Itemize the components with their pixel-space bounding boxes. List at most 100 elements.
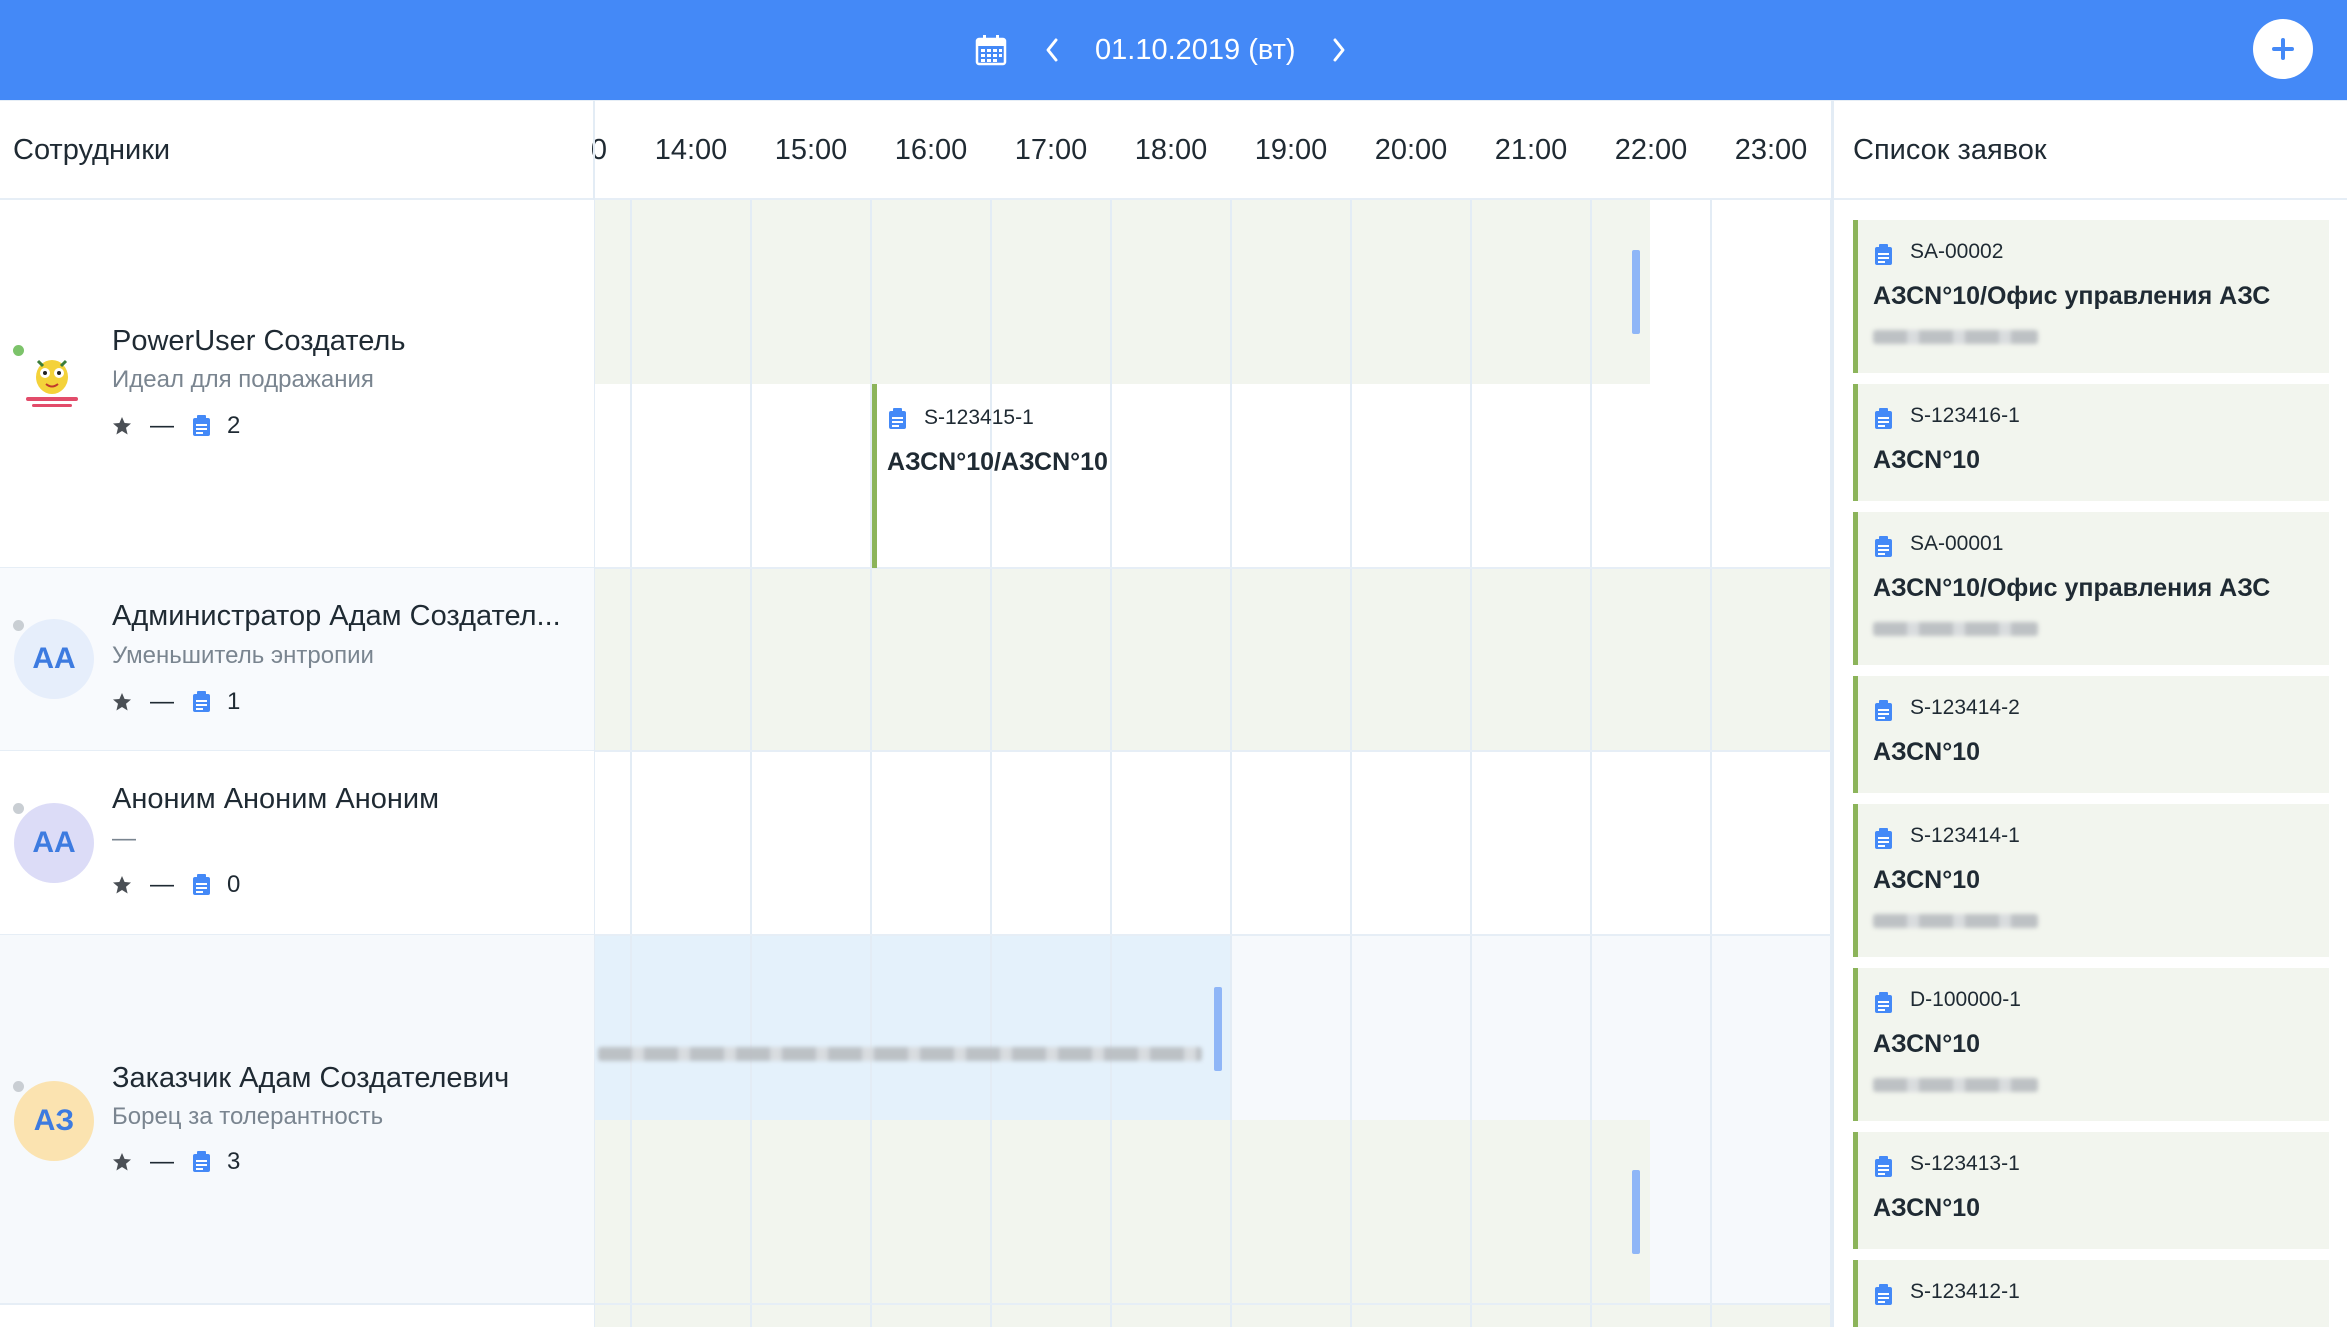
request-card[interactable]: S-123414-2 АЗСN°10 — [1853, 676, 2329, 793]
request-title: АЗСN°10 — [1873, 866, 1981, 894]
hour-gridline — [1470, 200, 1472, 1327]
hour-gridline — [1350, 200, 1352, 1327]
clipboard-icon — [193, 874, 210, 895]
request-title: АЗСN°10 — [1873, 1194, 1981, 1222]
hour-label: 22:00 — [1614, 134, 1688, 166]
employee-name: Администратор Адам Создател... — [112, 600, 561, 632]
busy-band — [594, 568, 1834, 751]
table-header: Сотрудники 0 14:00 15:00 16:00 17:00 18:… — [0, 100, 2347, 200]
task-count: 0 — [227, 871, 241, 898]
request-title: АЗСN°10 — [1873, 1030, 1981, 1058]
next-day-button[interactable] — [1324, 35, 1354, 65]
hour-gridline — [750, 200, 752, 1327]
request-code: SA-00001 — [1910, 532, 2004, 555]
request-card[interactable]: S-123413-1 АЗСN°10 — [1853, 1132, 2329, 1249]
offline-status-dot — [13, 620, 24, 631]
schedule-grid[interactable]: S-123415-1 АЗСN°10/АЗСN°10 — [594, 200, 1834, 1327]
request-card[interactable]: S-123416-1 АЗСN°10 — [1853, 384, 2329, 501]
schedule-task[interactable]: S-123415-1 АЗСN°10/АЗСN°10 — [872, 384, 1172, 568]
free-band — [1650, 200, 1834, 384]
employee-row[interactable]: АЗ Заказчик Адам Создателевич Борец за т… — [0, 935, 594, 1303]
hour-label: 17:00 — [1014, 134, 1088, 166]
calendar-icon[interactable] — [975, 34, 1007, 66]
rating-value: — — [150, 412, 174, 439]
employee-meta: — 3 — [112, 1148, 240, 1176]
employees-column-title: Сотрудники — [13, 134, 171, 166]
busy-band — [594, 1304, 1834, 1327]
current-date[interactable]: 01.10.2019 (вт) — [1095, 34, 1296, 67]
next-employee-row — [0, 1305, 594, 1327]
request-card[interactable]: S-123414-1 АЗСN°10 — [1853, 804, 2329, 957]
request-title: АЗСN°10 — [1873, 738, 1981, 766]
clipboard-icon — [889, 408, 906, 429]
hour-gridline — [1230, 200, 1232, 1327]
prev-day-button[interactable] — [1037, 35, 1067, 65]
employee-row[interactable]: АА Администратор Адам Создател... Уменьш… — [0, 568, 594, 751]
avatar: АА — [14, 803, 94, 883]
request-code: D-100000-1 — [1910, 988, 2021, 1011]
employee-row[interactable]: PowerUser Создатель Идеал для подражания… — [0, 200, 594, 568]
free-band — [1650, 1120, 1834, 1304]
request-card[interactable]: S-123412-1 — [1853, 1260, 2329, 1327]
task-count: 2 — [227, 412, 241, 439]
time-marker — [1214, 987, 1222, 1071]
hour-label: 15:00 — [774, 134, 848, 166]
request-code: SA-00002 — [1910, 240, 2004, 263]
clipboard-icon — [1875, 408, 1892, 429]
selected-band — [594, 935, 1231, 1120]
clipboard-icon — [1875, 828, 1892, 849]
row-divider — [594, 567, 1834, 569]
request-card[interactable]: SA-00001 АЗСN°10/Офис управления АЗС — [1853, 512, 2329, 665]
time-marker — [1632, 250, 1640, 334]
avatar-image — [15, 346, 89, 420]
row-divider — [594, 934, 1834, 936]
task-code: S-123415-1 — [924, 406, 1034, 429]
redacted-text — [1873, 1078, 2038, 1092]
add-button[interactable] — [2253, 19, 2313, 79]
free-band — [594, 751, 1834, 935]
hour-gridline — [1110, 200, 1112, 1327]
task-title: АЗСN°10/АЗСN°10 — [887, 448, 1108, 476]
clipboard-icon — [193, 415, 210, 436]
redacted-text — [1873, 914, 2038, 928]
request-card[interactable]: D-100000-1 АЗСN°10 — [1853, 968, 2329, 1121]
star-icon — [113, 876, 131, 894]
request-card[interactable]: SA-00002 АЗСN°10/Офис управления АЗС — [1853, 220, 2329, 373]
chevron-right-icon — [1333, 38, 1345, 62]
employee-role: — — [112, 825, 136, 852]
clipboard-icon — [1875, 1156, 1892, 1177]
hour-label: 16:00 — [894, 134, 968, 166]
hour-label: 19:00 — [1254, 134, 1328, 166]
star-icon — [113, 1153, 131, 1171]
redacted-text — [1873, 622, 2038, 636]
rating-value: — — [150, 1148, 174, 1175]
row-divider — [594, 1303, 1834, 1305]
clipboard-icon — [193, 1151, 210, 1172]
divider — [0, 100, 2347, 101]
top-bar: 01.10.2019 (вт) — [0, 0, 2347, 100]
offline-status-dot — [13, 803, 24, 814]
employee-role: Уменьшитель энтропии — [112, 642, 374, 669]
employee-role: Борец за толерантность — [112, 1103, 384, 1130]
free-band — [594, 384, 872, 568]
date-navigation: 01.10.2019 (вт) — [975, 0, 1354, 100]
time-marker — [1632, 1170, 1640, 1254]
hour-label: 20:00 — [1374, 134, 1448, 166]
employee-row[interactable]: АА Аноним Аноним Аноним — — 0 — [0, 751, 594, 935]
employee-meta: — 1 — [112, 688, 240, 716]
request-code: S-123413-1 — [1910, 1152, 2020, 1175]
employee-name: PowerUser Создатель — [112, 325, 406, 357]
hour-label: 23:00 — [1734, 134, 1808, 166]
request-title: АЗСN°10/Офис управления АЗС — [1873, 282, 2271, 310]
request-list[interactable]: SA-00002 АЗСN°10/Офис управления АЗС S-1… — [1834, 200, 2347, 1327]
clipboard-icon — [1875, 244, 1892, 265]
clipboard-icon — [1875, 700, 1892, 721]
star-icon — [113, 417, 131, 435]
hour-gridline — [870, 200, 872, 1327]
request-title: АЗСN°10 — [1873, 446, 1981, 474]
avatar: АЗ — [14, 1081, 94, 1161]
hour-label: 14:00 — [654, 134, 728, 166]
clipboard-icon — [1875, 1284, 1892, 1305]
request-title: АЗСN°10/Офис управления АЗС — [1873, 574, 2271, 602]
star-icon — [113, 693, 131, 711]
